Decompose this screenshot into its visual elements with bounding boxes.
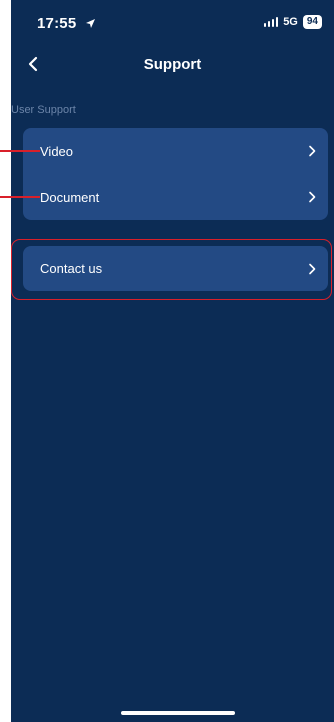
user-support-group: Video Document [23, 128, 328, 220]
location-arrow-icon [85, 16, 96, 33]
chevron-right-icon [308, 191, 316, 203]
annotation-highlight-box [11, 239, 332, 300]
video-label: Video [40, 143, 74, 159]
network-type: 5G [283, 16, 298, 28]
status-time-text: 17:55 [37, 15, 77, 32]
video-row[interactable]: Video [23, 128, 328, 174]
home-indicator [121, 711, 235, 715]
status-indicators: 5G 94 [263, 15, 322, 29]
annotation-pointer-document [0, 196, 40, 198]
document-row[interactable]: Document [23, 174, 328, 220]
battery-icon: 94 [302, 15, 322, 29]
navigation-bar: Support [11, 44, 334, 84]
chevron-right-icon [308, 145, 316, 157]
screenshot-margin [0, 0, 11, 722]
phone-screen: 17:55 5G 94 Support User Support Video D… [11, 0, 334, 722]
page-title: Support [143, 56, 202, 73]
status-bar: 17:55 5G 94 [11, 0, 334, 44]
document-label: Document [40, 189, 100, 205]
section-label: User Support [11, 104, 76, 116]
status-time: 17:55 [37, 15, 96, 33]
signal-strength-icon [263, 17, 279, 27]
annotation-pointer-video [0, 150, 40, 152]
